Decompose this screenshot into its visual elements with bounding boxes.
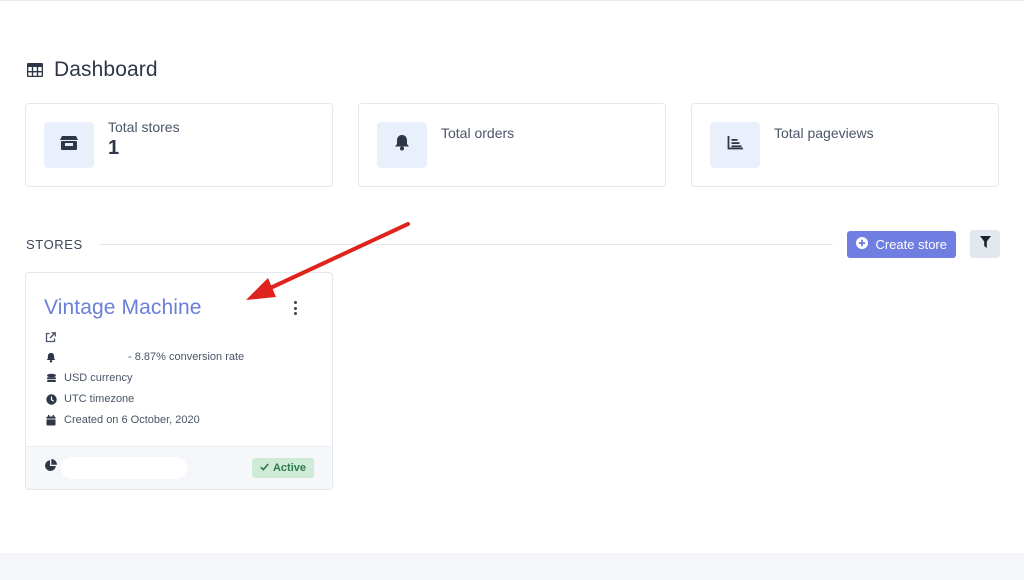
plus-circle-icon [856, 236, 869, 252]
calendar-icon [45, 414, 57, 426]
created-date-text: Created on 6 October, 2020 [64, 414, 200, 426]
check-icon [260, 462, 269, 474]
stores-section-header: STORES Create store [26, 230, 1000, 258]
section-label: STORES [26, 236, 83, 252]
stat-card-total-orders: Total orders [358, 103, 666, 187]
clock-icon [45, 393, 57, 405]
table-grid-icon [26, 61, 44, 79]
section-divider [98, 243, 834, 245]
store-card-footer: Active [26, 446, 332, 489]
footer-band [0, 553, 1024, 580]
create-store-label: Create store [875, 236, 947, 252]
stat-label: Total orders [441, 125, 515, 141]
meta-currency: USD currency [45, 372, 132, 384]
stat-value [774, 143, 874, 155]
store-icon [60, 135, 78, 156]
coins-icon [45, 372, 57, 384]
stat-value [441, 143, 514, 155]
meta-created: Created on 6 October, 2020 [45, 414, 200, 426]
stat-label: Total stores [108, 119, 180, 135]
status-text: Active [272, 462, 306, 474]
stat-card-total-stores: Total stores 1 [25, 103, 333, 187]
filter-button[interactable] [970, 230, 1000, 258]
store-card[interactable]: Vintage Machine - 8.87% conversion rate … [25, 272, 333, 490]
conversion-rate-text: - 8.87% conversion rate [128, 351, 245, 363]
page-title: Dashboard [54, 58, 158, 81]
currency-text: USD currency [64, 372, 133, 384]
filter-icon [979, 235, 991, 253]
top-divider [0, 0, 1024, 1]
external-link-icon[interactable] [45, 330, 56, 348]
timezone-text: UTC timezone [64, 393, 135, 405]
page-header: Dashboard [26, 58, 158, 82]
stat-value: 1 [108, 137, 120, 159]
more-options-icon[interactable] [292, 301, 298, 315]
status-badge: Active [251, 458, 314, 478]
bell-icon [45, 351, 57, 363]
stat-label: Total pageviews [774, 125, 874, 141]
meta-timezone: UTC timezone [45, 393, 134, 405]
create-store-button[interactable]: Create store [847, 230, 956, 258]
bell-icon [394, 134, 410, 156]
redacted-stat [61, 457, 187, 479]
store-name-link[interactable]: Vintage Machine [44, 296, 202, 320]
stat-card-total-pageviews: Total pageviews [691, 103, 999, 187]
chart-area-icon [727, 135, 744, 155]
pie-chart-icon [44, 459, 57, 477]
meta-conversion: - 8.87% conversion rate [45, 351, 244, 363]
